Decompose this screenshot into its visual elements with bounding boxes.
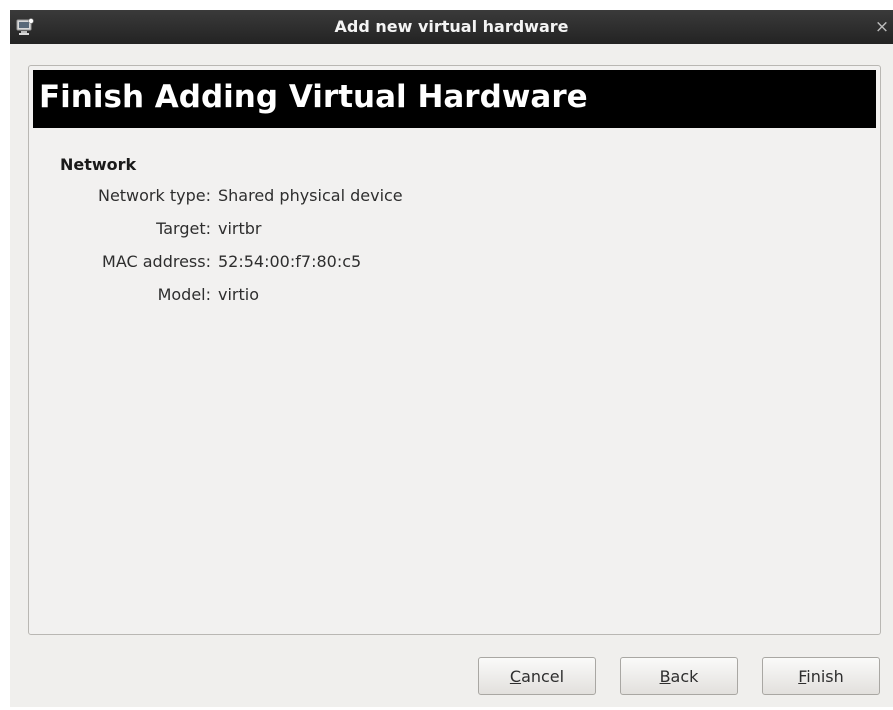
- section-heading: Network: [60, 155, 137, 174]
- detail-list: Network type: Shared physical device Tar…: [29, 186, 529, 318]
- title-bar[interactable]: Add new virtual hardware ×: [10, 10, 893, 44]
- detail-row-model: Model: virtio: [29, 285, 529, 318]
- back-mnemonic: B: [659, 667, 671, 686]
- window-title: Add new virtual hardware: [334, 17, 569, 36]
- content-panel: Finish Adding Virtual Hardware Network N…: [28, 65, 881, 635]
- detail-label: Network type:: [97, 186, 211, 205]
- detail-row-mac-address: MAC address: 52:54:00:f7:80:c5: [29, 252, 529, 285]
- page-title: Finish Adding Virtual Hardware: [39, 79, 588, 115]
- detail-value: Shared physical device: [218, 186, 403, 205]
- finish-button[interactable]: Finish: [762, 657, 880, 695]
- cancel-button[interactable]: Cancel: [478, 657, 596, 695]
- detail-label: MAC address:: [102, 252, 211, 271]
- detail-value: 52:54:00:f7:80:c5: [218, 252, 362, 271]
- back-button[interactable]: Back: [620, 657, 738, 695]
- detail-value: virtio: [218, 285, 259, 304]
- detail-label: Model:: [157, 285, 211, 304]
- cancel-label: ancel: [521, 667, 565, 686]
- detail-row-network-type: Network type: Shared physical device: [29, 186, 529, 219]
- detail-label: Target:: [156, 219, 211, 238]
- page-banner: Finish Adding Virtual Hardware: [33, 70, 876, 128]
- back-label: ack: [670, 667, 699, 686]
- cancel-mnemonic: C: [509, 667, 522, 686]
- detail-value: virtbr: [218, 219, 262, 238]
- close-icon[interactable]: ×: [873, 17, 891, 37]
- button-bar: Cancel Back Finish: [10, 657, 893, 699]
- finish-label: inish: [806, 667, 844, 686]
- detail-row-target: Target: virtbr: [29, 219, 529, 252]
- dialog-window: Add new virtual hardware × Finish Adding…: [10, 10, 893, 707]
